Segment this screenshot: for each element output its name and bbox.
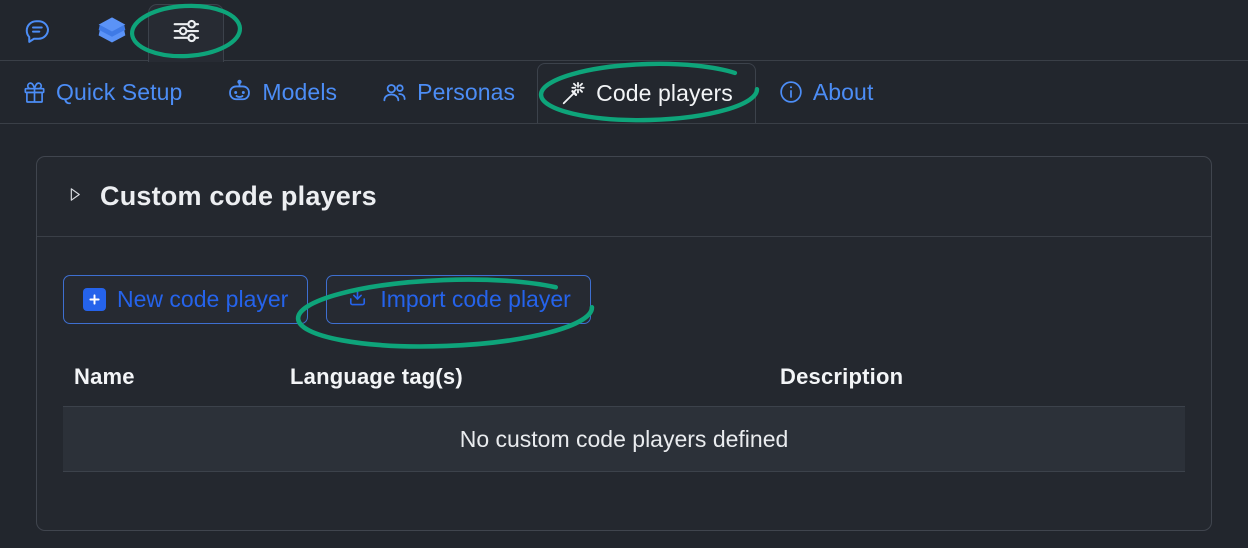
page-title: Custom code players <box>100 181 377 211</box>
robot-icon <box>226 79 253 106</box>
tab-about[interactable]: About <box>756 61 896 123</box>
empty-state-label: No custom code players defined <box>459 425 789 452</box>
panel-toolbar: New code player Import code player <box>63 275 1185 324</box>
tab-quick-setup[interactable]: Quick Setup <box>0 61 204 123</box>
table-header-row: Name Language tag(s) Description <box>63 356 1185 398</box>
app-window: Quick Setup Models Personas Code players… <box>0 0 1248 548</box>
panel-header[interactable]: Custom code players <box>37 157 1211 237</box>
magic-wand-icon <box>560 80 587 107</box>
column-header-description: Description <box>780 364 904 389</box>
custom-code-players-panel: Custom code players New code player Impo… <box>36 156 1212 531</box>
tab-code-players[interactable]: Code players <box>537 63 756 123</box>
tab-label: Models <box>262 78 338 105</box>
column-header-language-tags: Language tag(s) <box>290 364 463 389</box>
import-code-player-button[interactable]: Import code player <box>326 275 591 324</box>
info-circle-icon <box>778 79 804 105</box>
tab-label: About <box>812 78 874 105</box>
sliders-icon <box>169 14 203 53</box>
table-empty-state: No custom code players defined <box>63 406 1185 472</box>
plus-icon <box>83 288 106 311</box>
tab-label: Personas <box>417 78 516 105</box>
tab-label: Code players <box>596 80 733 106</box>
triangle-right-icon[interactable] <box>65 185 84 209</box>
button-label: Import code player <box>380 286 571 312</box>
chat-bubble-icon <box>23 15 53 50</box>
tab-models[interactable]: Models <box>204 61 359 123</box>
users-icon <box>381 79 408 106</box>
icon-tab-chat[interactable] <box>0 4 76 61</box>
code-players-table: Name Language tag(s) Description No cust… <box>63 356 1185 472</box>
tab-label: Quick Setup <box>56 78 183 105</box>
tab-personas[interactable]: Personas <box>359 61 537 123</box>
tab-strip: Quick Setup Models Personas Code players… <box>0 61 1248 124</box>
column-header-name: Name <box>74 364 135 389</box>
icon-tab-settings[interactable] <box>148 4 224 62</box>
layers-icon <box>96 14 128 51</box>
gift-icon <box>22 80 47 105</box>
icon-toolbar <box>0 0 1248 62</box>
icon-tab-layers[interactable] <box>74 4 150 61</box>
panel-body: New code player Import code player Name … <box>37 237 1211 472</box>
button-label: New code player <box>117 286 289 312</box>
import-download-icon <box>346 285 369 314</box>
new-code-player-button[interactable]: New code player <box>63 275 309 324</box>
